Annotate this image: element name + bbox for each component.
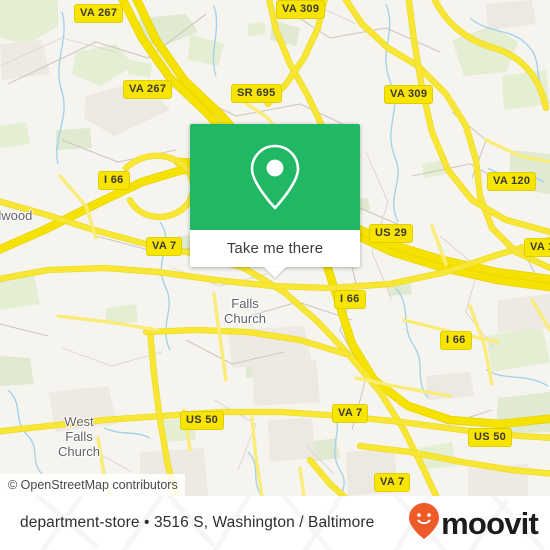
moovit-brand[interactable]: moovit [408,502,539,545]
road-shield-va-7-mid: VA 7 [332,404,369,423]
osm-attribution[interactable]: © OpenStreetMap contributors [0,474,185,496]
road-shield-i-66-mid: I 66 [334,290,366,309]
footer-bar: department-store • 3516 S, Washington / … [0,496,550,550]
road-shield-sr-695: SR 695 [231,84,282,103]
place-label-west-falls-church: West Falls Church [58,414,100,459]
road-shield-va-120: VA 120 [487,172,537,191]
place-title: department-store • 3516 S, Washington / … [20,514,375,531]
map-pin-icon [246,142,304,212]
popup-pointer-tail [264,267,286,278]
take-me-there-label: Take me there [226,240,324,257]
map-viewport[interactable]: .wc { fill:#f6f4ef; } .grn { fill:#e3eed… [0,0,550,496]
road-shield-va-309-mid: VA 309 [384,85,434,104]
road-shield-va-267-mid: VA 267 [123,80,173,99]
moovit-wordmark: moovit [441,505,539,541]
road-shield-va-309-north: VA 309 [276,0,326,19]
place-label-idylwood: rlwood [0,208,33,223]
road-shield-us-50-east: US 50 [468,428,513,447]
road-shield-i-66-west: I 66 [98,171,130,190]
popup-header [190,124,360,230]
road-shield-us-29: US 29 [369,224,414,243]
moovit-map-screen: .wc { fill:#f6f4ef; } .grn { fill:#e3eed… [0,0,550,550]
road-shield-i-66-east: I 66 [440,331,472,350]
place-label-falls-church: Falls Church [224,296,266,326]
road-shield-va-267-north: VA 267 [74,4,124,23]
road-shield-va-7-south: VA 7 [374,473,411,492]
road-shield-us-50-west: US 50 [180,411,225,430]
map-marker-popup[interactable]: Take me there [190,124,360,278]
road-shield-va-7-west: VA 7 [146,237,183,256]
road-shield-va-east-edge: VA 1 [524,238,550,257]
popup-action-bar[interactable]: Take me there [190,230,360,267]
moovit-smiley-pin-icon [408,502,440,545]
